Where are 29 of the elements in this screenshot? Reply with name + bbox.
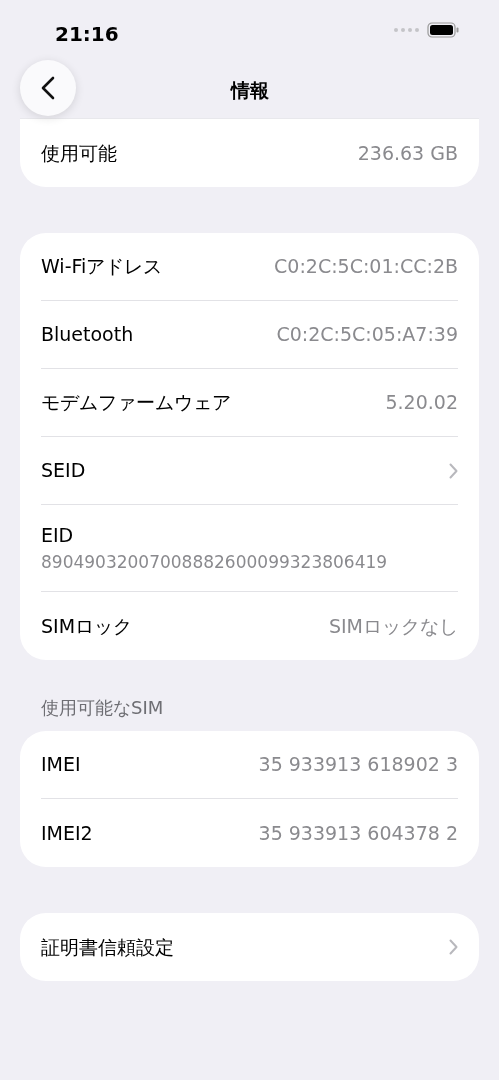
chevron-icon: [449, 939, 458, 955]
page-title: 情報: [230, 78, 269, 103]
row-value: C0:2C:5C:01:CC:2B: [274, 254, 458, 280]
row-value: 35 933913 604378 2: [258, 820, 458, 846]
row-value: 89049032007008882600099323806419: [41, 550, 389, 574]
row-label: SIMロック: [41, 613, 133, 639]
row-label: 使用可能: [41, 140, 117, 166]
row-label: モデムファームウェア: [41, 390, 231, 416]
row-label: Bluetooth: [41, 322, 134, 348]
section-header: 使用可能なSIM: [41, 696, 165, 720]
row-label: Wi-Fiアドレス: [41, 254, 163, 280]
row-value: 35 933913 618902 3: [258, 752, 458, 778]
settings-row[interactable]: 証明書信頼設定: [41, 913, 458, 981]
status-time: 21:16: [55, 21, 119, 48]
row-value: 5.20.02: [385, 390, 458, 416]
row-label: EID: [41, 523, 75, 548]
back-icon: [41, 76, 55, 100]
row-label: 証明書信頼設定: [41, 934, 174, 960]
settings-row[interactable]: SEID: [41, 437, 458, 505]
chevron-icon: [449, 462, 458, 479]
row-value: SIMロックなし: [328, 613, 458, 639]
row-label: IMEI2: [41, 820, 93, 846]
row-label: IMEI: [41, 752, 81, 778]
row-value: C0:2C:5C:05:A7:39: [276, 322, 458, 348]
row-label: SEID: [41, 458, 86, 484]
battery-icon: [427, 22, 459, 38]
row-value: 236.63 GB: [357, 140, 458, 166]
signal-icon: [393, 27, 419, 33]
back-button[interactable]: [20, 60, 76, 116]
